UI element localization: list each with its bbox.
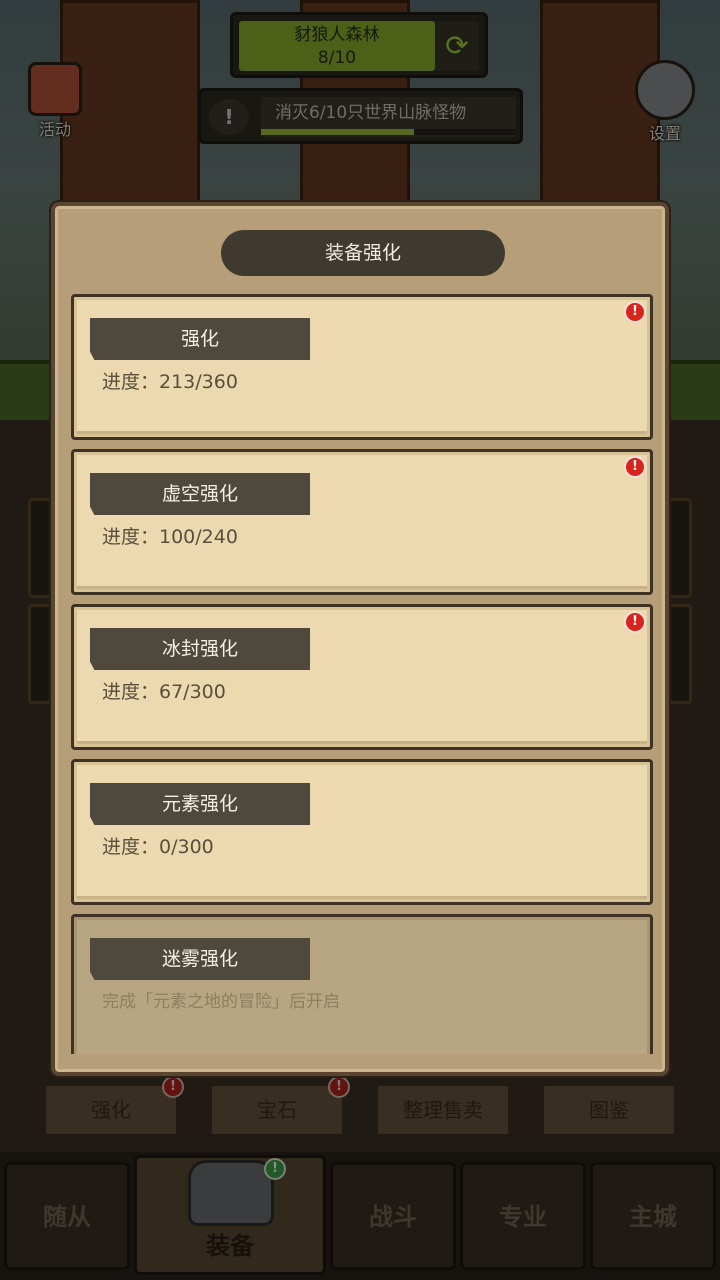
- alert-icon: !: [624, 456, 646, 478]
- enhance-card-frost[interactable]: 冰封强化 进度：67/300 !: [71, 604, 653, 750]
- card-title: 元素强化: [90, 783, 310, 825]
- enhance-card-element[interactable]: 元素强化 进度：0/300: [71, 759, 653, 905]
- alert-icon: !: [624, 301, 646, 323]
- card-title: 强化: [90, 318, 310, 360]
- card-progress: 进度：213/360: [102, 371, 238, 393]
- equipment-enhance-dialog: 装备强化 强化 进度：213/360 ! 虚空强化 进度：100/240 ! 冰…: [51, 202, 669, 1076]
- enhance-card-void[interactable]: 虚空强化 进度：100/240 !: [71, 449, 653, 595]
- card-title: 虚空强化: [90, 473, 310, 515]
- enhance-list[interactable]: 强化 进度：213/360 ! 虚空强化 进度：100/240 ! 冰封强化 进…: [71, 294, 653, 1054]
- enhance-card-basic[interactable]: 强化 进度：213/360 !: [71, 294, 653, 440]
- card-progress: 进度：0/300: [102, 836, 214, 858]
- unlock-requirement: 完成「元素之地的冒险」后开启: [102, 992, 340, 1012]
- dialog-title: 装备强化: [221, 230, 505, 276]
- card-progress: 进度：100/240: [102, 526, 238, 548]
- card-progress: 进度：67/300: [102, 681, 226, 703]
- card-title: 迷雾强化: [90, 938, 310, 980]
- card-title: 冰封强化: [90, 628, 310, 670]
- alert-icon: !: [624, 611, 646, 633]
- enhance-card-mist: 迷雾强化 完成「元素之地的冒险」后开启: [71, 914, 653, 1054]
